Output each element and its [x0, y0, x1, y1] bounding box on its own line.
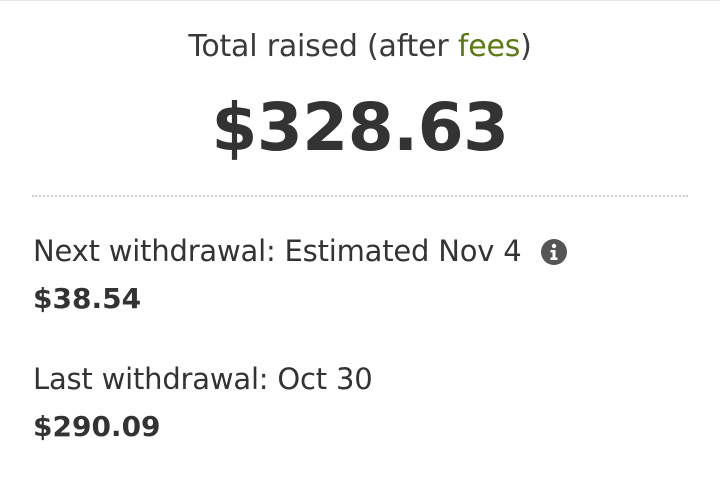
next-withdrawal-label: Next withdrawal: Estimated Nov 4 [33, 234, 522, 268]
fees-link[interactable]: fees [458, 29, 521, 64]
total-raised-label-suffix: ) [520, 29, 532, 64]
info-icon[interactable] [540, 238, 568, 266]
last-withdrawal-label: Last withdrawal: Oct 30 [33, 362, 373, 396]
total-raised-amount: $328.63 [211, 89, 509, 166]
total-raised-label-prefix: Total raised (after [188, 29, 458, 64]
top-border [0, 0, 720, 1]
total-raised-label: Total raised (after fees) [0, 27, 720, 67]
last-withdrawal-amount: $290.09 [33, 410, 161, 443]
next-withdrawal-amount: $38.54 [33, 282, 142, 315]
dotted-divider [32, 195, 688, 197]
